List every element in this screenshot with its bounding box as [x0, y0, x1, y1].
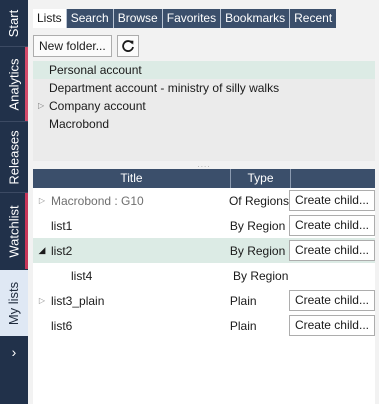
- side-tab-bar: Start Analytics Releases Watchlist My li…: [0, 0, 28, 404]
- account-label: Macrobond: [49, 117, 110, 131]
- row-title: Macrobond : G10: [51, 193, 144, 208]
- account-item-company[interactable]: ▷ Company account: [33, 97, 375, 115]
- table-row[interactable]: ◢ list2 By Region Create child...: [33, 238, 375, 263]
- table-row[interactable]: list1 By Region Create child...: [33, 213, 375, 238]
- chevron-right-icon: ›: [11, 344, 17, 360]
- row-title: list3_plain: [51, 293, 105, 308]
- row-type: Plain: [229, 318, 257, 333]
- new-folder-button[interactable]: New folder...: [33, 35, 112, 57]
- row-title: list4: [71, 268, 93, 283]
- row-type: By Region: [229, 243, 286, 258]
- grid-header: Title Type: [33, 169, 375, 188]
- account-label: Company account: [49, 99, 146, 113]
- side-tab-label: Watchlist: [6, 204, 22, 258]
- row-type: By Region: [233, 268, 289, 283]
- expand-sidebar-button[interactable]: ›: [0, 336, 28, 368]
- tab-browse[interactable]: Browse: [114, 9, 163, 28]
- create-child-button[interactable]: Create child...: [288, 240, 375, 261]
- side-tab-start[interactable]: Start: [0, 0, 28, 46]
- table-row[interactable]: list6 Plain Create child...: [33, 313, 375, 338]
- row-type: Plain: [229, 293, 257, 308]
- main-panel: Lists Search Browse Favorites Bookmarks …: [28, 0, 379, 404]
- account-item-macrobond[interactable]: Macrobond: [33, 115, 375, 133]
- table-row[interactable]: ▷ list3_plain Plain Create child...: [33, 288, 375, 313]
- create-child-button[interactable]: Create child...: [288, 190, 375, 211]
- create-child-button[interactable]: Create child...: [288, 315, 375, 336]
- create-child-button[interactable]: Create child...: [288, 290, 375, 311]
- row-type: By Region: [229, 218, 286, 233]
- tab-lists[interactable]: Lists: [33, 9, 67, 28]
- refresh-button[interactable]: [116, 35, 139, 57]
- refresh-icon: [121, 40, 134, 52]
- tab-favorites[interactable]: Favorites: [163, 9, 222, 28]
- side-tab-label: Analytics: [6, 57, 22, 111]
- toolbar: New folder...: [33, 35, 139, 57]
- expand-triangle-icon[interactable]: ▷: [33, 196, 51, 205]
- column-header-title[interactable]: Title: [33, 169, 231, 188]
- tab-search[interactable]: Search: [67, 9, 114, 28]
- side-tab-my-lists[interactable]: My lists: [0, 270, 28, 336]
- side-tab-analytics[interactable]: Analytics: [0, 47, 28, 121]
- tab-strip: Lists Search Browse Favorites Bookmarks …: [33, 9, 337, 28]
- table-row[interactable]: ▷ Macrobond : G10 Of Regions Create chil…: [33, 188, 375, 213]
- row-title: list6: [51, 318, 73, 333]
- tab-recent[interactable]: Recent: [290, 9, 336, 28]
- column-header-type[interactable]: Type: [231, 169, 291, 188]
- collapse-triangle-icon[interactable]: ◢: [33, 245, 51, 256]
- row-title: list1: [51, 218, 73, 233]
- side-tab-releases[interactable]: Releases: [0, 122, 28, 192]
- side-tab-label: My lists: [6, 281, 22, 325]
- lists-grid: Title Type ▷ Macrobond : G10 Of Regions …: [33, 169, 375, 404]
- column-header-action: [291, 169, 375, 188]
- tab-bookmarks[interactable]: Bookmarks: [221, 9, 291, 28]
- account-label: Personal account: [49, 63, 142, 77]
- row-type: Of Regions: [228, 193, 289, 208]
- create-child-button[interactable]: Create child...: [288, 215, 375, 236]
- account-item-department[interactable]: Department account - ministry of silly w…: [33, 79, 375, 97]
- expand-triangle-icon[interactable]: ▷: [38, 97, 44, 115]
- expand-triangle-icon[interactable]: ▷: [33, 296, 51, 305]
- panel-splitter[interactable]: ....: [33, 160, 375, 169]
- account-label: Department account - ministry of silly w…: [49, 81, 280, 95]
- row-title: list2: [51, 243, 73, 258]
- side-tab-watchlist[interactable]: Watchlist: [0, 193, 28, 269]
- side-tab-label: Releases: [6, 129, 22, 185]
- account-list: Personal account Department account - mi…: [33, 61, 375, 161]
- side-tab-label: Start: [6, 9, 22, 37]
- splitter-grip-icon: ....: [197, 160, 211, 169]
- account-item-personal[interactable]: Personal account: [33, 61, 375, 79]
- table-row[interactable]: list4 By Region: [33, 263, 375, 288]
